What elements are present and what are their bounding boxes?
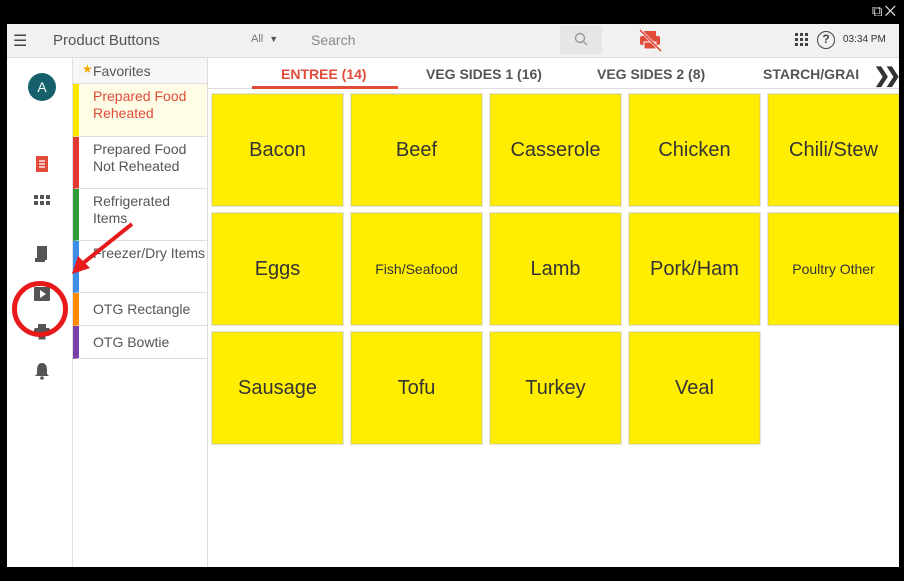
- category-label: Prepared Food Not Reheated: [93, 141, 187, 174]
- hamburger-menu-icon[interactable]: ☰: [13, 31, 27, 51]
- apps-grid-icon[interactable]: [795, 33, 809, 52]
- product-button[interactable]: Eggs: [212, 213, 343, 325]
- star-icon: ★: [82, 62, 93, 76]
- category-label: Prepared Food Reheated: [93, 88, 187, 121]
- category-label: OTG Bowtie: [93, 334, 170, 350]
- active-tab-indicator: [252, 86, 398, 89]
- device-frame: ⧉✕ ☰ Product Buttons All ▼ Search ? 03:3…: [0, 0, 904, 581]
- category-item[interactable]: OTG Bowtie: [73, 326, 207, 359]
- dropdown-caret-icon: ▼: [269, 34, 279, 44]
- chevron-right-double-icon[interactable]: ❯❯: [873, 63, 899, 88]
- help-icon[interactable]: ?: [817, 31, 835, 49]
- category-list: ★ Favorites Prepared Food Reheated Prepa…: [73, 58, 208, 567]
- document-icon[interactable]: [33, 245, 51, 263]
- tab-veg-sides-1[interactable]: VEG SIDES 1 (16): [426, 66, 542, 82]
- product-button[interactable]: Poultry Other: [768, 213, 899, 325]
- bell-icon[interactable]: [33, 362, 51, 380]
- favorites-label: Favorites: [93, 63, 151, 79]
- receipt-icon[interactable]: [33, 155, 51, 173]
- highlight-circle: [12, 281, 68, 337]
- search-button[interactable]: [560, 26, 602, 54]
- search-input[interactable]: Search: [301, 27, 551, 53]
- tab-veg-sides-2[interactable]: VEG SIDES 2 (8): [597, 66, 705, 82]
- printer-offline-icon[interactable]: [635, 26, 667, 54]
- category-item[interactable]: OTG Rectangle: [73, 293, 207, 326]
- product-button[interactable]: Fish/Seafood: [351, 213, 482, 325]
- avatar[interactable]: A: [28, 73, 56, 101]
- product-button[interactable]: Sausage: [212, 332, 343, 444]
- product-button[interactable]: Turkey: [490, 332, 621, 444]
- tab-starch-grain[interactable]: STARCH/GRAI: [763, 66, 859, 82]
- product-button[interactable]: Chili/Stew: [768, 94, 899, 206]
- product-button[interactable]: Casserole: [490, 94, 621, 206]
- category-item[interactable]: Prepared Food Not Reheated: [73, 137, 207, 189]
- search-icon: [574, 32, 588, 46]
- category-item[interactable]: Prepared Food Reheated: [73, 84, 207, 137]
- product-tabs: ENTREE (14) VEG SIDES 1 (16) VEG SIDES 2…: [208, 58, 899, 89]
- app-title: Product Buttons: [53, 32, 160, 49]
- filter-select[interactable]: All ▼: [251, 33, 278, 45]
- product-button[interactable]: Tofu: [351, 332, 482, 444]
- pointer-arrow-icon: [72, 222, 134, 274]
- app-screen: ☰ Product Buttons All ▼ Search ? 03:34 P…: [7, 24, 899, 567]
- product-button[interactable]: Bacon: [212, 94, 343, 206]
- grid-icon[interactable]: [33, 193, 51, 211]
- category-label: OTG Rectangle: [93, 301, 191, 317]
- tab-entree[interactable]: ENTREE (14): [281, 66, 367, 82]
- top-bar: ☰ Product Buttons All ▼ Search ? 03:34 P…: [7, 24, 899, 58]
- filter-select-value: All: [251, 33, 264, 45]
- clock: 03:34 PM: [843, 34, 886, 45]
- window-controls[interactable]: ⧉✕: [872, 3, 898, 20]
- product-button[interactable]: Chicken: [629, 94, 760, 206]
- favorites-item[interactable]: ★ Favorites: [73, 58, 207, 84]
- product-button[interactable]: Pork/Ham: [629, 213, 760, 325]
- product-button[interactable]: Lamb: [490, 213, 621, 325]
- product-button[interactable]: Beef: [351, 94, 482, 206]
- product-button[interactable]: Veal: [629, 332, 760, 444]
